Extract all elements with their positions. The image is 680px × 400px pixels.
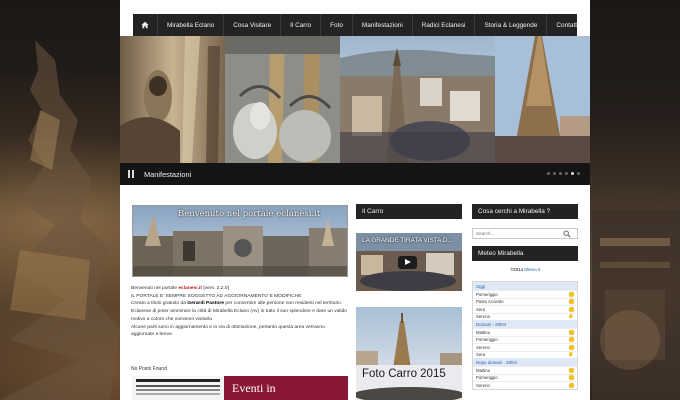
forecast-day-tomorrow: Domani - 28/04 <box>473 320 577 328</box>
forecast-period: Pasto Accirato <box>476 299 504 305</box>
search-input[interactable] <box>473 229 563 238</box>
forecast-period: Serena <box>476 314 490 320</box>
photo-carro-thumbnail[interactable]: Foto Carro 2015 <box>356 307 462 400</box>
forecast-period: Pomeriggio <box>476 375 498 381</box>
slider-dot[interactable] <box>547 172 550 175</box>
intro-p2: Alcune parti sono in aggiornamento e in … <box>131 324 325 338</box>
pause-icon[interactable] <box>128 170 134 178</box>
intro-text: Benvenuti nel portale eclanesi.it [vers.… <box>131 285 349 339</box>
forecast-day-after: Dopo domani - 29/04 <box>473 358 577 366</box>
forecast-row: Sereno <box>473 381 577 389</box>
slider-dot-active[interactable] <box>571 172 574 175</box>
forecast-period: Mattino <box>476 329 491 335</box>
site-name-link[interactable]: eclanesi.it <box>178 286 202 291</box>
nav-item-storia-leggende[interactable]: Storia & Leggende <box>475 14 548 36</box>
sun-icon <box>569 329 574 335</box>
welcome-banner-image: Benvenuto nel portale eclanesi.it <box>132 205 348 277</box>
moon-icon <box>569 314 574 320</box>
moon-icon <box>569 352 574 358</box>
forecast-row: Mattino <box>473 328 577 336</box>
forecast-row: Pomeriggio <box>473 373 577 382</box>
forecast-row: Sera <box>473 305 577 313</box>
forecast-period: Pomeriggio <box>476 337 498 343</box>
sun-icon <box>569 382 574 388</box>
nav-item-il-carro[interactable]: Il Carro <box>281 14 322 36</box>
forecast-day-today: Oggi <box>473 282 577 290</box>
search-heading: Cosa cerchi a Mirabella ? <box>472 204 578 219</box>
forecast-row: Sera <box>473 350 577 359</box>
forecast-row: Pasto Accirato <box>473 297 577 306</box>
meteo-link[interactable]: Meteo.it <box>524 267 540 272</box>
author-name: Gerardi Pastore <box>187 301 224 307</box>
credit-prefix: ©2014 <box>510 267 524 272</box>
slider-caption-bar: Manifestazioni <box>120 163 590 185</box>
forecast-period: Pomeriggio <box>476 291 498 297</box>
forecast-row: Mattino <box>473 366 577 374</box>
intro-prefix: Benvenuti nel portale <box>131 286 177 291</box>
no-posts-text: No Posts Found <box>131 366 167 372</box>
nav-item-radici-eclanesi[interactable]: Radici Eclanesi <box>413 14 476 36</box>
slider-dot[interactable] <box>559 172 562 175</box>
forecast-period: Sera <box>476 306 486 312</box>
nav-item-manifestazioni[interactable]: Manifestazioni <box>353 14 413 36</box>
slider-caption[interactable]: Manifestazioni <box>144 170 191 179</box>
slider-dot[interactable] <box>577 172 580 175</box>
weather-forecast: Oggi Pomeriggio Pasto Accirato Sera Sere… <box>472 281 578 390</box>
forecast-period: Sereno <box>476 382 490 388</box>
welcome-banner-text: Benvenuto nel portale eclanesi.it <box>178 209 321 219</box>
nav-item-contatti[interactable]: Contatti <box>547 14 587 36</box>
ad-text: Eventi in <box>232 381 276 395</box>
forecast-row: Pomeriggio <box>473 290 577 298</box>
slider-dot[interactable] <box>565 172 568 175</box>
forecast-period: Sera <box>476 352 486 358</box>
nav-item-mirabella-eclano[interactable]: Mirabella Eclano <box>158 14 225 36</box>
sun-icon <box>569 306 574 312</box>
video-thumbnail[interactable]: LA GRANDE TIRATA VISTA D... <box>356 233 462 291</box>
main-container: Mirabella Eclano Cosa Visitare Il Carro … <box>120 0 590 400</box>
sun-icon <box>569 375 574 381</box>
sun-icon <box>569 367 574 373</box>
slider-dot[interactable] <box>553 172 556 175</box>
nav-home[interactable] <box>133 14 158 36</box>
intro-p1-start: Creato a titolo gratuito da <box>131 301 186 307</box>
search-box <box>472 228 578 239</box>
meteo-credit: ©2014 Meteo.it <box>472 267 578 272</box>
video-title[interactable]: LA GRANDE TIRATA VISTA D... <box>362 237 453 244</box>
sun-icon <box>569 344 574 350</box>
slider-dots <box>547 172 580 175</box>
events-ad-banner[interactable]: Eventi in <box>132 376 348 400</box>
hero-slider-image[interactable] <box>120 36 590 163</box>
forecast-period: Mattino <box>476 367 491 373</box>
sun-icon <box>569 337 574 343</box>
play-button[interactable] <box>398 256 417 269</box>
search-icon[interactable] <box>563 229 571 238</box>
photo-caption[interactable]: Foto Carro 2015 <box>362 368 446 380</box>
nav-item-cosa-visitare[interactable]: Cosa Visitare <box>224 14 282 36</box>
notice-text: IL PORTALE E' SEMPRE SOGGETTO AD AGGIORN… <box>131 293 302 299</box>
version-text: [vers. 2.2.0] <box>203 286 229 291</box>
sun-icon <box>569 299 574 305</box>
meteo-heading: Meteo Mirabella <box>472 246 578 261</box>
forecast-period: Sereno <box>476 344 490 350</box>
forecast-row: Sereno <box>473 343 577 351</box>
sun-icon <box>569 291 574 297</box>
main-nav: Mirabella Eclano Cosa Visitare Il Carro … <box>133 14 578 36</box>
home-icon <box>141 21 149 29</box>
il-carro-heading: Il Carro <box>356 204 462 219</box>
forecast-row: Serena <box>473 312 577 321</box>
forecast-row: Pomeriggio <box>473 335 577 344</box>
nav-item-foto[interactable]: Foto <box>321 14 353 36</box>
